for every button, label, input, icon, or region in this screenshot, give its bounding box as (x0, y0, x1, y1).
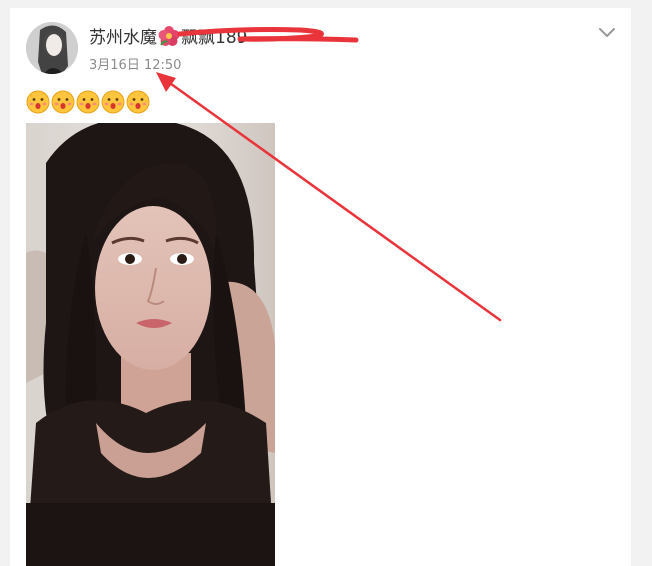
username[interactable]: 苏州水魔 飘飘189 (89, 25, 247, 49)
surprised-face-icon (76, 90, 100, 114)
post-photo[interactable] (26, 123, 275, 566)
portrait-image (26, 123, 275, 566)
surprised-face-icon (101, 90, 125, 114)
username-suffix[interactable]: 飘飘189 (181, 28, 247, 48)
username-prefix[interactable]: 苏州水魔 (89, 28, 157, 48)
surprised-face-icon (26, 90, 50, 114)
post-timestamp[interactable]: 3月16日 12:50 (89, 54, 181, 73)
post-card: 苏州水魔 飘飘189 3月16日 12:50 (10, 8, 631, 566)
surprised-face-icon (126, 90, 150, 114)
surprised-face-icon (51, 90, 75, 114)
chevron-down-icon[interactable] (598, 26, 616, 40)
avatar-image (26, 22, 78, 74)
post-emoji-row (26, 90, 150, 114)
hibiscus-icon (158, 26, 180, 46)
avatar[interactable] (26, 22, 78, 74)
